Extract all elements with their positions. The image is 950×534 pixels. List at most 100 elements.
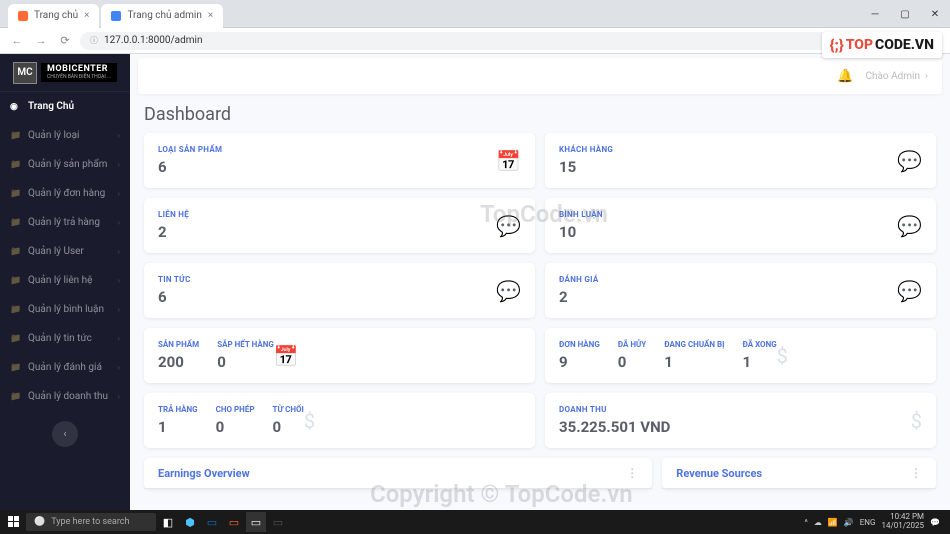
- sidebar-item[interactable]: 📁Quản lý sản phẩm›: [0, 150, 130, 179]
- taskbar-app-icon[interactable]: ▭: [224, 512, 244, 532]
- folder-icon: 📁: [10, 305, 20, 315]
- card-label: ĐÁNH GIÁ: [559, 275, 897, 284]
- chevron-right-icon: ›: [118, 305, 120, 314]
- url-text: 127.0.0.1:8000/admin: [104, 35, 202, 46]
- folder-icon: 📁: [10, 160, 20, 170]
- chevron-right-icon: ›: [118, 392, 120, 401]
- stat-card: SẢN PHẨM200SẮP HẾT HÀNG0📅: [144, 328, 535, 383]
- stat-card: BÌNH LUẬN10💬: [545, 198, 936, 253]
- earnings-panel: Earnings Overview ⋮: [144, 458, 652, 489]
- metric-value: 0: [618, 353, 646, 371]
- taskbar-app-icon[interactable]: ⬢: [180, 512, 200, 532]
- chevron-right-icon: ›: [118, 131, 120, 140]
- metric-value: 0: [217, 353, 274, 371]
- card-label: KHÁCH HÀNG: [559, 145, 897, 154]
- sidebar-item[interactable]: 📁Quản lý đơn hàng›: [0, 179, 130, 208]
- chevron-right-icon: ›: [118, 247, 120, 256]
- taskbar-app-icon[interactable]: ▭: [202, 512, 222, 532]
- stat-card: LOẠI SẢN PHẨM6📅: [144, 133, 535, 188]
- dollar-icon: $: [777, 344, 788, 368]
- sidebar-item-label: Quản lý User: [28, 246, 84, 257]
- windows-taskbar: ⚪ Type here to search ◧ ⬢ ▭ ▭ ▭ ▭ ^ ☁ 📶 …: [0, 510, 950, 534]
- sidebar-item-label: Quản lý đánh giá: [28, 362, 102, 373]
- metric-value: 0: [273, 418, 304, 436]
- tray-volume-icon[interactable]: 🔊: [844, 518, 854, 527]
- sidebar-collapse-button[interactable]: ‹: [52, 421, 78, 447]
- window-close-button[interactable]: ✕: [920, 0, 950, 28]
- tab-close-icon[interactable]: ×: [84, 10, 89, 21]
- folder-icon: 📁: [10, 218, 20, 228]
- taskbar-app-icon[interactable]: ▭: [268, 512, 288, 532]
- sidebar-item-label: Quản lý doanh thu: [28, 391, 108, 402]
- comments-icon: 💬: [496, 279, 521, 303]
- card-label: LOẠI SẢN PHẨM: [158, 145, 496, 154]
- notifications-icon[interactable]: 🔔: [837, 69, 853, 84]
- main-content: 🔔 Chào Admin › Dashboard LOẠI SẢN PHẨM6📅…: [130, 54, 950, 510]
- taskbar-app-icon[interactable]: ▭: [246, 512, 266, 532]
- sidebar-item-label: Trang Chủ: [28, 101, 74, 112]
- metric-label: SẢN PHẨM: [158, 340, 199, 349]
- metric-label: SẮP HẾT HÀNG: [217, 340, 274, 349]
- stat-card: KHÁCH HÀNG15💬: [545, 133, 936, 188]
- topbar: 🔔 Chào Admin ›: [138, 58, 942, 94]
- task-view-icon[interactable]: ◧: [158, 512, 178, 532]
- stat-card: LIÊN HỆ2💬: [144, 198, 535, 253]
- metric-label: TỪ CHỐI: [273, 405, 304, 414]
- taskbar-search[interactable]: ⚪ Type here to search: [26, 513, 156, 531]
- sidebar-item-label: Quản lý bình luận: [28, 304, 104, 315]
- sidebar-item[interactable]: 📁Quản lý User›: [0, 237, 130, 266]
- browser-tab-bar: Trang chủ × Trang chủ admin × ─ ▢ ✕: [0, 0, 950, 28]
- folder-icon: 📁: [10, 276, 20, 286]
- chevron-right-icon: ›: [118, 276, 120, 285]
- browser-tab[interactable]: Trang chủ admin ×: [101, 4, 223, 28]
- sidebar-item[interactable]: 📁Quản lý trả hàng›: [0, 208, 130, 237]
- start-button[interactable]: [4, 512, 24, 532]
- metric-value: 1: [742, 353, 776, 371]
- chevron-right-icon: ›: [118, 218, 120, 227]
- taskbar-clock[interactable]: 10:42 PM 14/01/2025: [881, 513, 924, 531]
- sidebar-item[interactable]: 📁Quản lý đánh giá›: [0, 353, 130, 382]
- back-button[interactable]: ←: [8, 32, 26, 50]
- window-minimize-button[interactable]: ─: [860, 0, 890, 28]
- chevron-right-icon: ›: [118, 334, 120, 343]
- search-icon: ⚪: [34, 517, 45, 527]
- user-menu[interactable]: Chào Admin ›: [865, 71, 928, 82]
- sidebar-item[interactable]: 📁Quản lý loại›: [0, 121, 130, 150]
- window-maximize-button[interactable]: ▢: [890, 0, 920, 28]
- card-label: DOANH THU: [559, 405, 911, 414]
- tab-close-icon[interactable]: ×: [208, 10, 213, 21]
- browser-tab[interactable]: Trang chủ ×: [8, 4, 99, 28]
- metric-value: 0: [216, 418, 255, 436]
- forward-button[interactable]: →: [32, 32, 50, 50]
- sidebar-item[interactable]: 📁Quản lý doanh thu›: [0, 382, 130, 411]
- card-value: 15: [559, 158, 897, 176]
- sidebar-item[interactable]: ◉Trang Chủ: [0, 92, 130, 121]
- metric-label: TRẢ HÀNG: [158, 405, 198, 414]
- panel-menu-icon[interactable]: ⋮: [626, 466, 638, 480]
- card-value: 6: [158, 288, 496, 306]
- card-label: LIÊN HỆ: [158, 210, 496, 219]
- sidebar-item[interactable]: 📁 Quản lý bình luận ›: [0, 295, 130, 324]
- sidebar-logo[interactable]: MC MOBICENTER CHUYÊN BÁN ĐIỆN THOẠI ...: [0, 54, 130, 92]
- favicon-icon: [111, 11, 121, 21]
- panel-menu-icon[interactable]: ⋮: [910, 466, 922, 480]
- sidebar: MC MOBICENTER CHUYÊN BÁN ĐIỆN THOẠI ... …: [0, 54, 130, 510]
- url-input[interactable]: ⓘ 127.0.0.1:8000/admin: [80, 32, 882, 50]
- metric-value: 1: [664, 353, 724, 371]
- reload-button[interactable]: ⟳: [56, 32, 74, 50]
- tray-lang-icon[interactable]: ENG: [860, 518, 876, 527]
- tray-cloud-icon[interactable]: ☁: [814, 518, 822, 527]
- card-label: BÌNH LUẬN: [559, 210, 897, 219]
- page-title: Dashboard: [144, 104, 936, 125]
- app-container: MC MOBICENTER CHUYÊN BÁN ĐIỆN THOẠI ... …: [0, 54, 950, 510]
- metric-label: ĐÃ XONG: [742, 340, 776, 349]
- card-value: 2: [158, 223, 496, 241]
- tray-notification-icon[interactable]: 💬: [930, 518, 940, 527]
- card-label: TIN TỨC: [158, 275, 496, 284]
- tray-chevron-icon[interactable]: ^: [804, 518, 807, 527]
- sidebar-item[interactable]: 📁Quản lý tin tức›: [0, 324, 130, 353]
- stat-card: TIN TỨC 6💬: [144, 263, 535, 318]
- sidebar-item[interactable]: 📁Quản lý liên hệ›: [0, 266, 130, 295]
- revenue-panel: Revenue Sources ⋮: [662, 458, 936, 489]
- tray-wifi-icon[interactable]: 📶: [828, 518, 838, 527]
